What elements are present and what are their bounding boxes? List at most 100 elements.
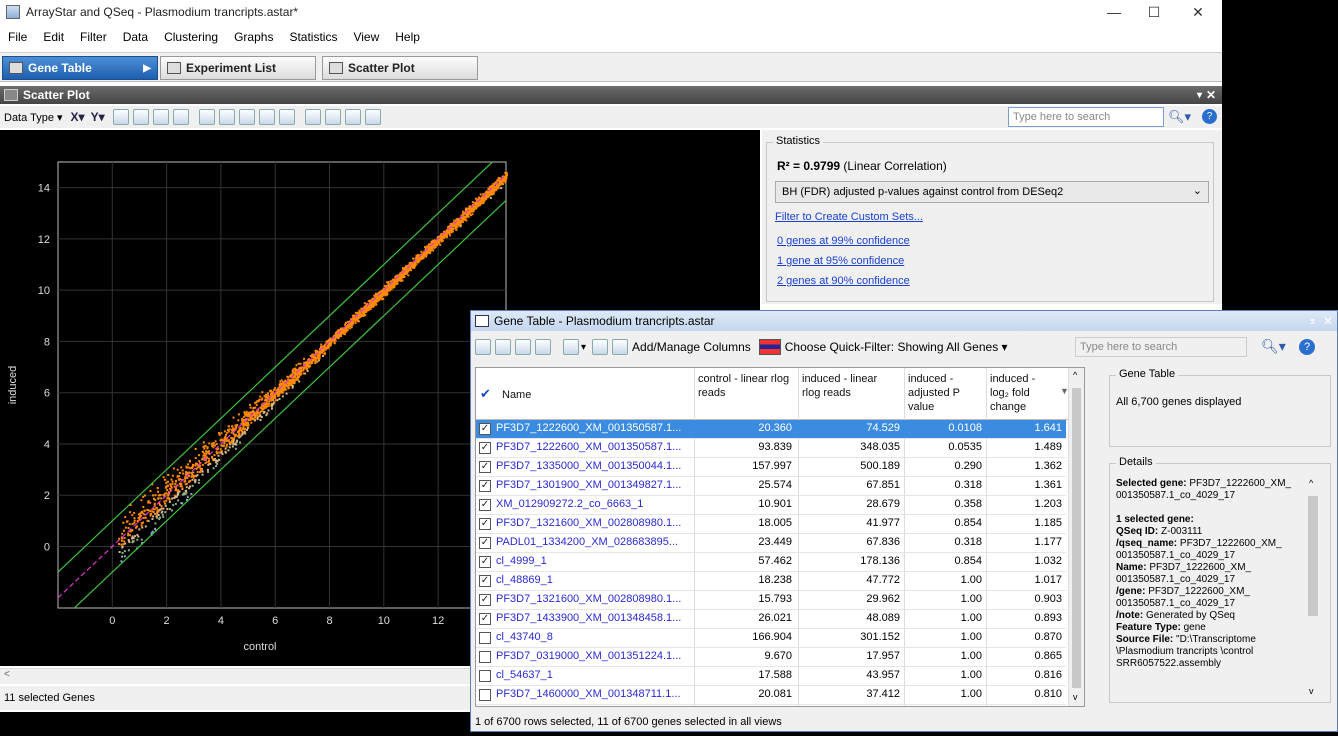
scatter-search-input[interactable]: Type here to search (1008, 107, 1164, 127)
help-icon[interactable]: ? (1299, 339, 1315, 355)
scroll-up-icon[interactable]: ^ (1309, 478, 1313, 488)
gene-table[interactable]: ✔ Name control - linear rlog reads induc… (475, 367, 1085, 707)
column-header-induced[interactable]: induced - linear rlog reads (802, 372, 898, 400)
print-preview-icon[interactable] (515, 339, 531, 355)
row-checkbox[interactable] (479, 632, 491, 644)
print-icon[interactable] (218, 109, 235, 125)
row-checkbox[interactable] (479, 651, 491, 663)
search-icon[interactable]: 🔍︎▾ (1261, 338, 1286, 355)
minimize-button[interactable]: — (1094, 2, 1134, 22)
menu-item-edit[interactable]: Edit (35, 30, 72, 44)
method-select[interactable]: BH (FDR) adjusted p-values against contr… (775, 181, 1209, 203)
menu-item-view[interactable]: View (345, 30, 387, 44)
page-icon[interactable] (278, 109, 295, 125)
copy-icon[interactable] (198, 109, 215, 125)
scroll-thumb[interactable] (1308, 496, 1318, 616)
print-icon[interactable] (495, 339, 511, 355)
zoom-out-icon[interactable] (152, 109, 169, 125)
filter-link[interactable]: Filter to Create Custom Sets... (775, 211, 923, 223)
row-checkbox[interactable] (479, 689, 491, 701)
menu-item-graphs[interactable]: Graphs (226, 30, 281, 44)
layout-icon-1[interactable] (304, 109, 321, 125)
tab-gene-table[interactable]: Gene Table ▶ (2, 56, 158, 80)
confidence-99-link[interactable]: 0 genes at 99% confidence (777, 235, 910, 247)
data-type-menu[interactable]: Data Type ▾ (4, 111, 63, 124)
select-icon[interactable] (563, 339, 579, 355)
table-row[interactable]: ✓ PADL01_1334200_XM_028683895... 23.449 67.… (476, 534, 1066, 553)
x-axis-menu[interactable]: X▾ (71, 110, 85, 124)
row-checkbox[interactable]: ✓ (479, 575, 491, 587)
scroll-left-icon[interactable]: < (4, 669, 10, 680)
column-header-control[interactable]: control - linear rlog reads (698, 372, 794, 400)
confidence-90-link[interactable]: 2 genes at 90% confidence (777, 275, 910, 287)
copy-icon[interactable] (475, 339, 491, 355)
menu-item-help[interactable]: Help (387, 30, 428, 44)
row-checkbox[interactable]: ✓ (479, 594, 491, 606)
numbers-icon[interactable] (612, 339, 629, 355)
menu-item-file[interactable]: File (0, 30, 35, 44)
row-checkbox[interactable]: ✓ (479, 556, 491, 568)
menu-item-statistics[interactable]: Statistics (281, 30, 345, 44)
crosshair-icon[interactable] (112, 109, 129, 125)
row-checkbox[interactable]: ✓ (479, 613, 491, 625)
gene-table-close-icon[interactable]: ✕ (1323, 314, 1333, 328)
gene-table-search-input[interactable]: Type here to search (1075, 337, 1247, 357)
column-header-fold-change[interactable]: induced - log₂ fold change (990, 372, 1056, 414)
add-columns-button[interactable]: Add/Manage Columns (632, 340, 751, 354)
close-button[interactable]: ✕ (1178, 2, 1218, 22)
table-row[interactable]: ✓ PF3D7_1222600_XM_001350587.1... 93.839 34… (476, 439, 1066, 458)
row-checkbox[interactable]: ✓ (479, 461, 491, 473)
checkmark-icon[interactable]: ✔ (480, 386, 491, 402)
vertical-scrollbar[interactable]: ^ v (1068, 368, 1084, 706)
horizontal-scrollbar[interactable]: < (0, 668, 470, 684)
scroll-down-icon[interactable]: v (1073, 692, 1078, 702)
tab-scatter-plot[interactable]: Scatter Plot (322, 56, 478, 80)
table-row[interactable]: ✓ PF3D7_1301900_XM_001349827.1... 25.574 67… (476, 477, 1066, 496)
tab-experiment-list[interactable]: Experiment List (160, 56, 316, 80)
table-row[interactable]: cl_54637_1 17.588 43.957 1.00 0.816 (476, 667, 1066, 686)
pin-icon[interactable]: ⌆ (1309, 316, 1317, 327)
grid-icon[interactable] (364, 109, 381, 125)
zoom-in-icon[interactable] (132, 109, 149, 125)
table-row[interactable]: ✓ cl_48869_1 18.238 47.772 1.00 1.017 (476, 572, 1066, 591)
row-checkbox[interactable]: ✓ (479, 518, 491, 530)
export-icon[interactable] (258, 109, 275, 125)
scroll-up-icon[interactable]: ^ (1073, 370, 1077, 380)
row-checkbox[interactable]: ✓ (479, 423, 491, 435)
menu-item-clustering[interactable]: Clustering (156, 30, 226, 44)
layout-icon-2[interactable] (324, 109, 341, 125)
print-preview-icon[interactable] (238, 109, 255, 125)
row-checkbox[interactable]: ✓ (479, 480, 491, 492)
details-scrollbar[interactable]: ^ v (1306, 478, 1320, 698)
chevron-down-icon[interactable]: ▾ (581, 342, 586, 353)
y-axis-menu[interactable]: Y▾ (91, 110, 105, 124)
row-checkbox[interactable] (479, 670, 491, 682)
menu-item-data[interactable]: Data (115, 30, 156, 44)
export-icon[interactable] (535, 339, 551, 355)
table-row[interactable]: PF3D7_0319000_XM_001351224.1... 9.670 17.9… (476, 648, 1066, 667)
help-icon[interactable]: ? (1202, 109, 1217, 124)
quick-filter-button[interactable]: Choose Quick-Filter: Showing All Genes ▾ (785, 340, 1008, 354)
table-row[interactable]: ✓ PF3D7_1335000_XM_001350044.1... 157.997 5… (476, 458, 1066, 477)
panel-menu-icon[interactable]: ▾ (1197, 90, 1202, 101)
panel-close-icon[interactable]: ✕ (1206, 88, 1216, 102)
table-row[interactable]: PF3D7_1460000_XM_001348711.1... 20.081 37.… (476, 686, 1066, 705)
confidence-95-link[interactable]: 1 gene at 95% confidence (777, 255, 904, 267)
table-row[interactable]: ✓ PF3D7_1321600_XM_002808980.1... 15.793 29… (476, 591, 1066, 610)
scroll-down-icon[interactable]: v (1309, 686, 1314, 696)
maximize-button[interactable]: ☐ (1134, 2, 1174, 22)
table-row[interactable]: ✓ PF3D7_1321600_XM_002808980.1... 18.005 41… (476, 515, 1066, 534)
scroll-thumb[interactable] (1072, 388, 1081, 688)
menu-item-filter[interactable]: Filter (72, 30, 115, 44)
table-row[interactable]: ✓ PF3D7_1433900_XM_001348458.1... 26.021 48… (476, 610, 1066, 629)
row-checkbox[interactable]: ✓ (479, 442, 491, 454)
list-icon[interactable] (344, 109, 361, 125)
row-checkbox[interactable]: ✓ (479, 537, 491, 549)
table-row[interactable]: cl_43740_8 166.904 301.152 1.00 0.870 (476, 629, 1066, 648)
row-checkbox[interactable]: ✓ (479, 499, 491, 511)
table-row[interactable]: ✓ PF3D7_1222600_XM_001350587.1... 20.360 74… (476, 420, 1066, 439)
zoom-fit-icon[interactable] (172, 109, 189, 125)
table-row[interactable]: ✓ cl_4999_1 57.462 178.136 0.854 1.032 (476, 553, 1066, 572)
column-header-pvalue[interactable]: induced - adjusted P value (908, 372, 978, 414)
search-icon[interactable]: 🔍︎▾ (1168, 109, 1191, 125)
